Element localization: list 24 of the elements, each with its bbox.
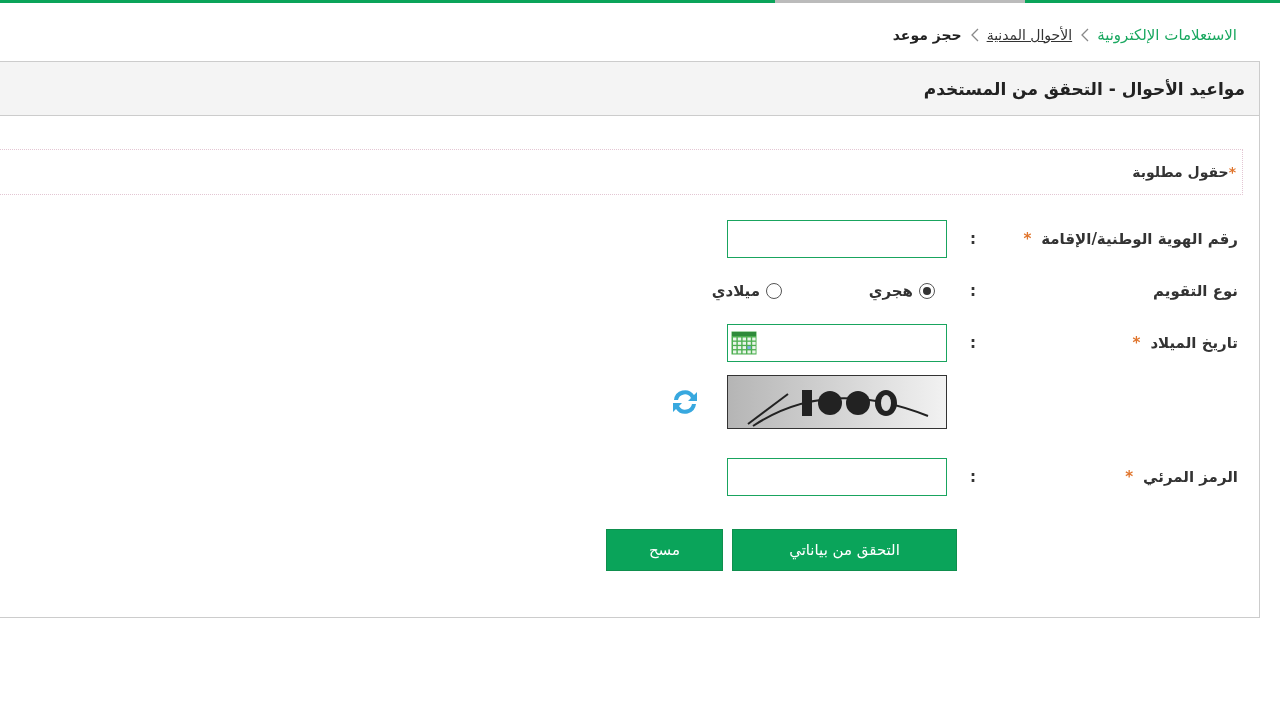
required-asterisk: * <box>1125 468 1134 486</box>
input-field[interactable] <box>727 220 947 258</box>
breadcrumb-link[interactable]: الأحوال المدنية <box>986 27 1073 43</box>
required-note: حقول مطلوبة <box>1132 164 1229 180</box>
calendar-icon[interactable] <box>731 331 757 355</box>
radio-option[interactable]: ميلادي <box>711 282 782 300</box>
colon: : <box>969 230 977 248</box>
chevron-icon <box>1080 28 1090 42</box>
field-label: نوع التقويم <box>1153 282 1238 300</box>
panel-title: مواعيد الأحوال - التحقق من المستخدم <box>923 78 1245 99</box>
required-asterisk: * <box>1228 164 1236 180</box>
colon: : <box>969 282 977 300</box>
colon: : <box>969 468 977 486</box>
date-field[interactable] <box>727 324 947 362</box>
field-label: تاريخ الميلاد <box>1150 334 1238 352</box>
field-label: الرمز المرئي <box>1143 468 1238 486</box>
required-asterisk: * <box>1132 334 1141 352</box>
radio-option[interactable]: هجري <box>782 282 947 300</box>
chevron-icon <box>969 28 979 42</box>
required-asterisk: * <box>1023 230 1032 248</box>
colon: : <box>969 334 977 352</box>
breadcrumb-current: حجز موعد <box>892 27 962 43</box>
field-label: رقم الهوية الوطنية/الإقامة <box>1041 230 1238 248</box>
input-field[interactable] <box>727 458 947 496</box>
